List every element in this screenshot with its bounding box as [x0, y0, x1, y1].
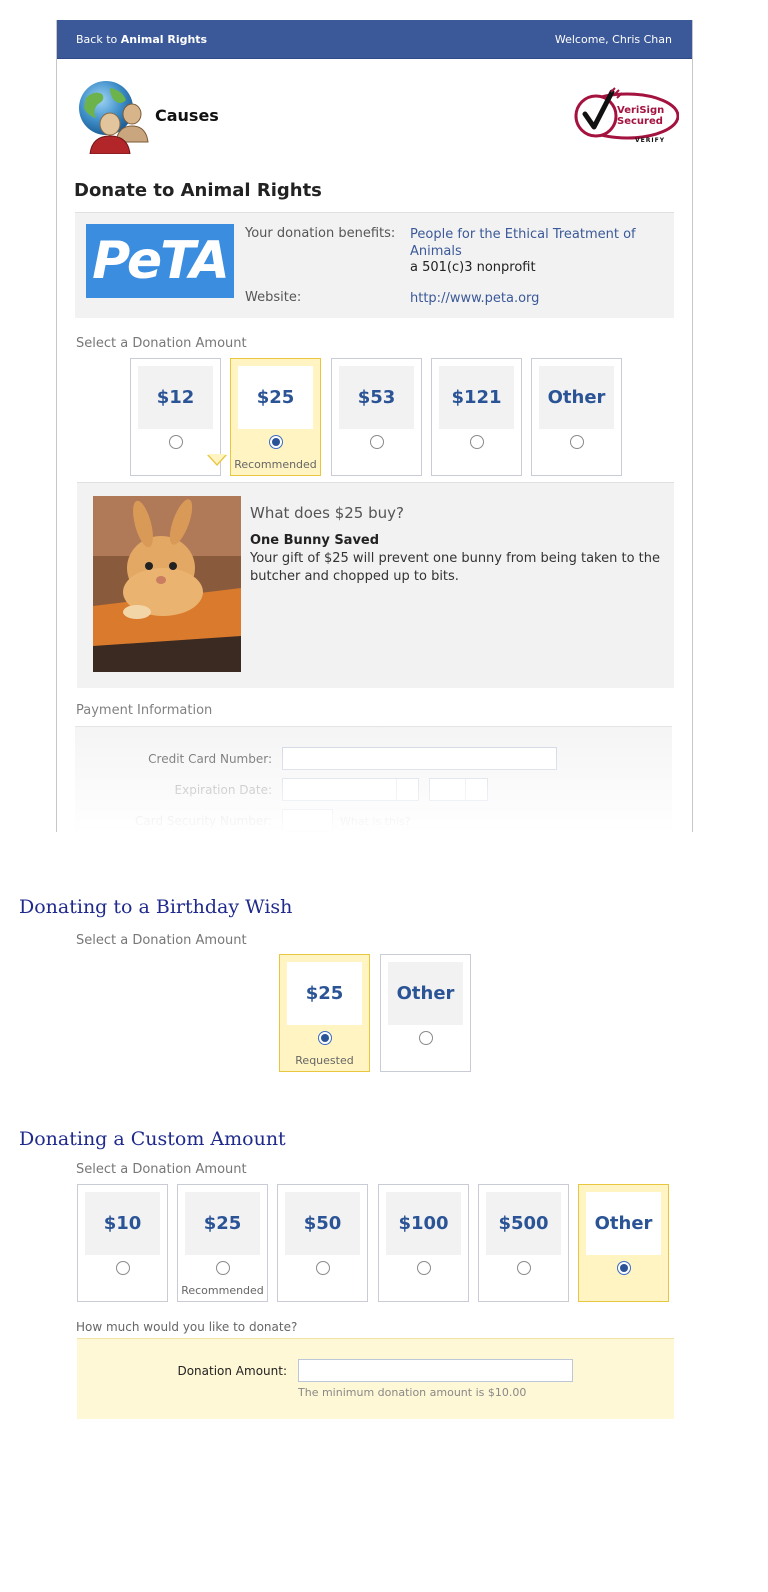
custom-amount-option-selected[interactable]: Other: [578, 1184, 669, 1302]
expiration-month-select[interactable]: [282, 778, 419, 801]
custom-amount-option[interactable]: $10: [77, 1184, 168, 1302]
custom-select-label: Select a Donation Amount: [76, 1162, 247, 1177]
expiration-label: Expiration Date:: [174, 783, 272, 797]
amount-radio[interactable]: [169, 435, 183, 449]
expiration-year-select[interactable]: [429, 778, 488, 801]
amount-radio[interactable]: [370, 435, 384, 449]
amount-option[interactable]: $53: [331, 358, 422, 476]
peta-logo-text: PeTA: [92, 231, 230, 291]
payment-form: Credit Card Number: Expiration Date: Car…: [75, 727, 672, 832]
buy-question: What does $25 buy?: [250, 504, 404, 522]
amount-radio[interactable]: [517, 1261, 531, 1275]
amount-value: $25: [185, 1192, 260, 1255]
card-number-input[interactable]: [282, 747, 557, 770]
benefits-label: Your donation benefits:: [245, 226, 396, 241]
verisign-verify: VERIFY: [635, 137, 666, 144]
verisign-badge[interactable]: VeriSign Secured VERIFY: [567, 86, 680, 148]
amount-option[interactable]: Other: [531, 358, 622, 476]
amount-value: $10: [85, 1192, 160, 1255]
donation-card: Back to Animal Rights Welcome, Chris Cha…: [56, 20, 693, 832]
amount-radio[interactable]: [216, 1261, 230, 1275]
verisign-line1: VeriSign: [617, 105, 665, 116]
amount-radio[interactable]: [116, 1261, 130, 1275]
org-name-link[interactable]: People for the Ethical Treatment of Anim…: [410, 226, 650, 260]
peta-logo: PeTA: [86, 224, 234, 298]
donation-amount-input[interactable]: [298, 1359, 573, 1382]
amount-radio[interactable]: [417, 1261, 431, 1275]
custom-amount-option[interactable]: $100: [378, 1184, 469, 1302]
selection-pointer-fill: [208, 454, 226, 464]
welcome-text: Welcome, Chris Chan: [554, 33, 672, 46]
birthday-select-label: Select a Donation Amount: [76, 933, 247, 948]
custom-amount-option[interactable]: $500: [478, 1184, 569, 1302]
causes-logo-icon: [76, 80, 152, 155]
amount-value: $25: [287, 962, 362, 1025]
amount-value: $12: [138, 366, 213, 429]
buy-title: One Bunny Saved: [250, 533, 380, 548]
custom-amount-area: Donation Amount: The minimum donation am…: [77, 1338, 674, 1419]
donation-amount-label: Donation Amount:: [177, 1364, 287, 1378]
amount-value: $25: [238, 366, 313, 429]
back-link[interactable]: Back to Animal Rights: [76, 33, 207, 46]
custom-amount-option[interactable]: $50: [277, 1184, 368, 1302]
security-number-label: Card Security Number:: [134, 814, 272, 828]
amount-value: Other: [388, 962, 463, 1025]
amount-radio[interactable]: [470, 435, 484, 449]
card-number-label: Credit Card Number:: [148, 752, 272, 766]
security-number-input[interactable]: [282, 809, 333, 832]
amount-radio-checked[interactable]: [269, 435, 283, 449]
amount-radio-checked[interactable]: [617, 1261, 631, 1275]
verisign-line2: Secured: [617, 116, 663, 127]
payment-header: Payment Information: [76, 703, 213, 718]
back-link-prefix: Back to: [76, 33, 121, 46]
top-bar: Back to Animal Rights Welcome, Chris Cha…: [57, 20, 692, 59]
buy-text: Your gift of $25 will prevent one bunny …: [250, 551, 661, 584]
what-is-this-link[interactable]: What is this?: [340, 815, 411, 828]
birthday-section-title: Donating to a Birthday Wish: [19, 896, 293, 918]
custom-question: How much would you like to donate?: [76, 1320, 298, 1334]
amount-value: $100: [386, 1192, 461, 1255]
minimum-note: The minimum donation amount is $10.00: [298, 1386, 527, 1399]
birthday-amount-option-selected[interactable]: $25 Requested: [279, 954, 370, 1072]
amount-value: $121: [439, 366, 514, 429]
amount-value: Other: [539, 366, 614, 429]
amount-note: Recommended: [181, 1284, 264, 1297]
amount-value: $50: [285, 1192, 360, 1255]
gift-description-box: What does $25 buy? One Bunny Saved Your …: [77, 482, 674, 688]
amount-value: $53: [339, 366, 414, 429]
amount-note: Requested: [295, 1054, 354, 1067]
bunny-image: [93, 496, 241, 672]
amount-option[interactable]: $121: [431, 358, 522, 476]
select-amount-label: Select a Donation Amount: [76, 336, 247, 351]
org-type: a 501(c)3 nonprofit: [410, 260, 536, 275]
amount-radio-checked[interactable]: [318, 1031, 332, 1045]
amount-note: Recommended: [234, 458, 317, 471]
custom-amount-option[interactable]: $25 Recommended: [177, 1184, 268, 1302]
birthday-amount-option[interactable]: Other: [380, 954, 471, 1072]
amount-radio[interactable]: [419, 1031, 433, 1045]
amount-value: Other: [586, 1192, 661, 1255]
website-link[interactable]: http://www.peta.org: [410, 290, 539, 307]
app-name: Causes: [155, 106, 219, 125]
custom-section-title: Donating a Custom Amount: [19, 1128, 286, 1150]
amount-radio[interactable]: [570, 435, 584, 449]
amount-value: $500: [486, 1192, 561, 1255]
benefit-box: PeTA Your donation benefits: People for …: [75, 212, 674, 318]
donate-title: Donate to Animal Rights: [74, 180, 322, 201]
website-label: Website:: [245, 290, 302, 305]
amount-radio[interactable]: [316, 1261, 330, 1275]
amount-option-selected[interactable]: $25 Recommended: [230, 358, 321, 476]
back-link-target: Animal Rights: [120, 33, 208, 46]
